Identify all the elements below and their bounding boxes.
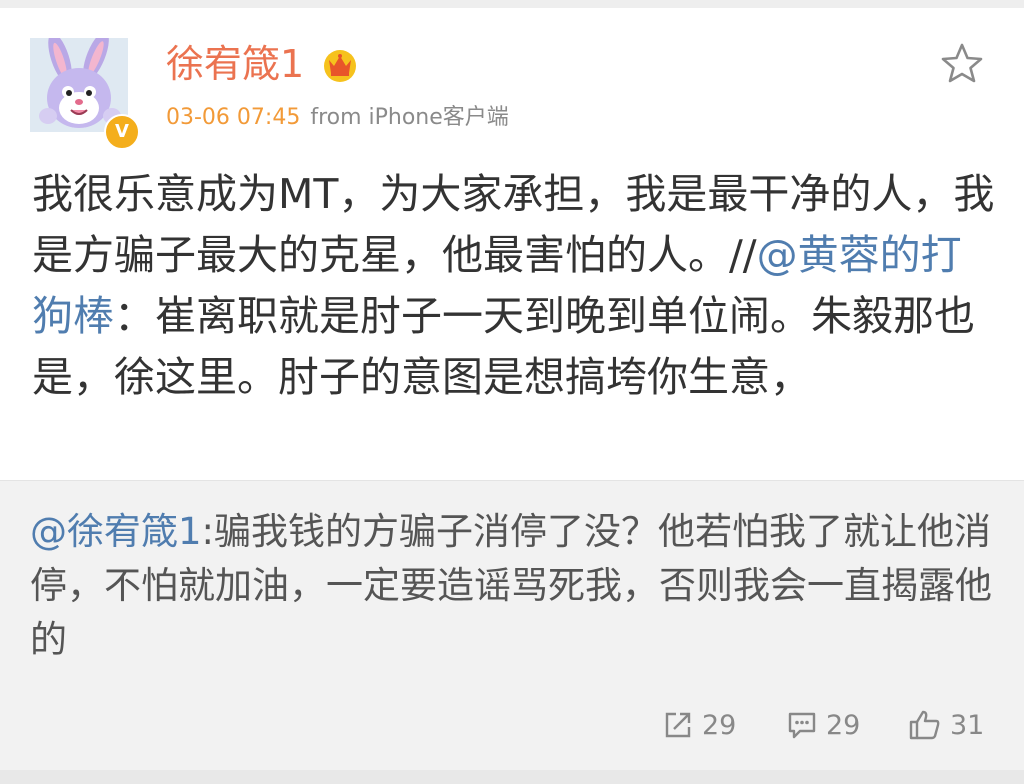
author-name[interactable]: 徐宥箴1: [166, 40, 304, 88]
comment-count: 29: [826, 709, 861, 741]
post-meta: 03-06 07:45 from iPhone客户端: [166, 104, 509, 132]
verified-badge: V: [104, 114, 140, 150]
star-icon[interactable]: [940, 42, 984, 84]
like-action[interactable]: 31: [908, 707, 984, 743]
bottom-divider: [0, 770, 1024, 784]
comment-icon: [788, 712, 816, 739]
crown-icon: [324, 50, 356, 82]
repost-action[interactable]: 29: [662, 707, 736, 743]
retweeted-content: @徐宥箴1:骗我钱的方骗子消停了没？他若怕我了就让他消停，不怕就加油，一定要造谣…: [30, 505, 1000, 667]
post-source: from iPhone客户端: [310, 105, 509, 130]
post-time: 03-06 07:45: [166, 105, 301, 130]
like-count: 31: [950, 709, 985, 741]
repost-count: 29: [702, 709, 737, 741]
comment-action[interactable]: 29: [786, 707, 860, 743]
top-divider: [0, 0, 1024, 8]
post-text-part: ：崔离职就是肘子一天到晚到单位闹。朱毅那也是，徐这里。肘子的意图是想搞垮你生意，: [32, 292, 975, 401]
retweeted-post[interactable]: @徐宥箴1:骗我钱的方骗子消停了没？他若怕我了就让他消停，不怕就加油，一定要造谣…: [0, 480, 1024, 771]
retweeted-author-link[interactable]: @徐宥箴1: [30, 510, 202, 553]
post-content: 我很乐意成为MT，为大家承担，我是最干净的人，我是方骗子最大的克星，他最害怕的人…: [32, 164, 1002, 408]
share-icon: [665, 712, 691, 738]
thumbs-up-icon: [909, 710, 940, 740]
